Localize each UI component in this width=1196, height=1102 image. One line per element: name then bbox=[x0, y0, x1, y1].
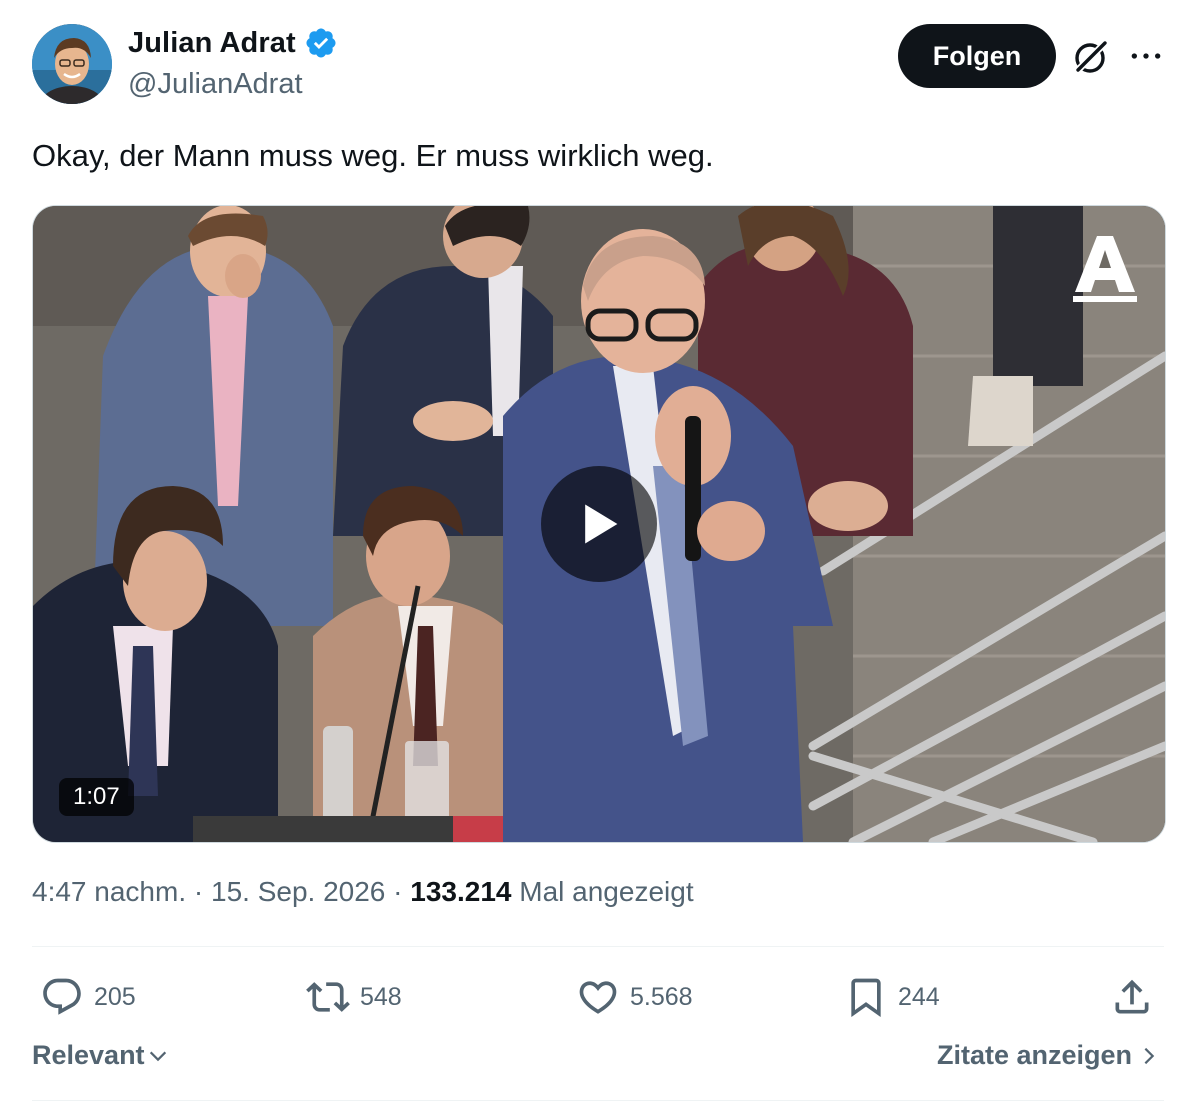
author-display-name[interactable]: Julian Adrat bbox=[128, 27, 296, 60]
avatar[interactable] bbox=[32, 24, 112, 104]
views-count: 133.214 bbox=[410, 876, 512, 907]
avatar-image bbox=[32, 24, 112, 104]
divider bbox=[32, 946, 1164, 947]
video-duration: 1:07 bbox=[59, 778, 134, 816]
meta-separator: · bbox=[193, 876, 204, 907]
verified-badge-icon[interactable] bbox=[304, 26, 338, 60]
chevron-down-icon bbox=[149, 1051, 166, 1061]
play-button[interactable] bbox=[541, 466, 657, 582]
play-icon bbox=[585, 504, 618, 544]
bookmark-button[interactable]: 244 bbox=[844, 974, 940, 1020]
repost-count: 548 bbox=[360, 982, 402, 1011]
author-name-row: Julian Adrat bbox=[128, 26, 338, 60]
meta-separator: · bbox=[393, 876, 403, 907]
like-button[interactable]: 5.568 bbox=[576, 974, 693, 1020]
grok-icon[interactable] bbox=[1070, 36, 1112, 78]
chevron-right-icon bbox=[1144, 1047, 1155, 1064]
tweet-meta: 4:47 nachm. · 15. Sep. 2026 · 133.214 Ma… bbox=[32, 876, 694, 908]
tweet-time[interactable]: 4:47 nachm. bbox=[32, 876, 186, 907]
bookmark-count: 244 bbox=[898, 982, 940, 1011]
video-player[interactable]: 1:07 bbox=[32, 205, 1166, 843]
quotes-label: Zitate anzeigen bbox=[936, 1040, 1132, 1070]
reply-button[interactable]: 205 bbox=[40, 974, 136, 1020]
views-label: Mal angezeigt bbox=[519, 876, 694, 907]
heart-icon bbox=[579, 981, 617, 1014]
tweet-detail: Julian Adrat @JulianAdrat Folgen Okay, d… bbox=[0, 0, 1196, 1102]
sort-label: Relevant bbox=[32, 1040, 145, 1070]
tweet-date[interactable]: 15. Sep. 2026 bbox=[211, 876, 385, 907]
view-quotes-link[interactable]: Zitate anzeigen bbox=[937, 1040, 1160, 1071]
more-dots-icon[interactable] bbox=[1126, 40, 1166, 72]
reply-count: 205 bbox=[94, 982, 136, 1011]
sort-dropdown[interactable]: Relevant bbox=[32, 1040, 169, 1071]
repost-icon bbox=[306, 982, 350, 1012]
channel-logo-icon bbox=[1073, 236, 1137, 302]
author-handle[interactable]: @JulianAdrat bbox=[128, 68, 303, 101]
bookmark-icon bbox=[851, 978, 881, 1018]
reply-icon bbox=[43, 978, 81, 1015]
tweet-text: Okay, der Mann muss weg. Er muss wirklic… bbox=[32, 138, 714, 173]
divider bbox=[32, 1100, 1164, 1101]
follow-button[interactable]: Folgen bbox=[898, 24, 1056, 88]
share-button[interactable] bbox=[1110, 974, 1154, 1020]
repost-button[interactable]: 548 bbox=[306, 974, 402, 1020]
share-icon bbox=[1115, 979, 1149, 1014]
like-count: 5.568 bbox=[630, 982, 693, 1011]
